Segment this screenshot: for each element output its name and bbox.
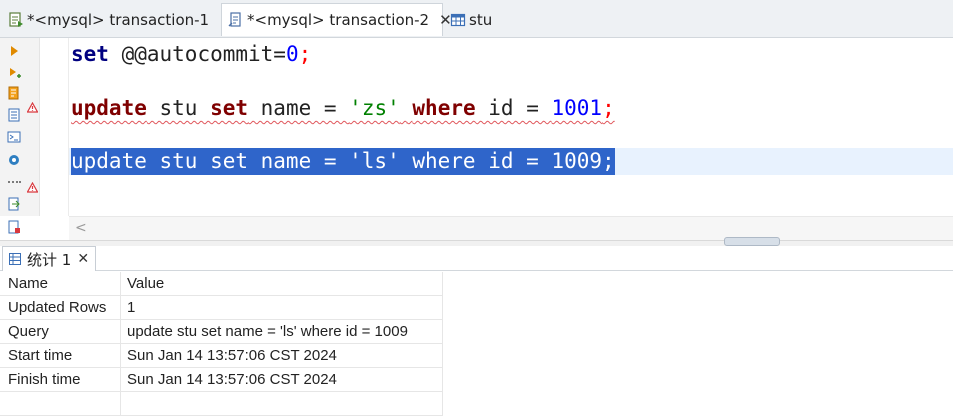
editor-tab-bar: *<mysql> transaction-1 *<mysql> transact… [0, 0, 953, 38]
line-marker-column [40, 38, 69, 216]
tab-label: 统计 1 [27, 250, 72, 269]
statistics-grid: Name Value Updated Rows 1 Query update s… [0, 272, 953, 420]
sql-keyword: where [412, 96, 476, 120]
tab-statistics-1[interactable]: 统计 1 ✕ [2, 246, 96, 271]
sql-text: name = [248, 96, 350, 120]
row-value-cell[interactable]: 1 [121, 296, 443, 320]
row-value-cell[interactable] [121, 392, 443, 416]
grid-header-row: Name Value [0, 272, 443, 296]
column-header-name[interactable]: Name [0, 272, 121, 296]
sql-text: stu [146, 96, 211, 120]
table-row[interactable]: Query update stu set name = 'ls' where i… [0, 320, 443, 344]
row-name-cell[interactable]: Finish time [0, 368, 121, 392]
sql-text: @@autocommit= [108, 42, 286, 66]
export-icon[interactable] [7, 197, 21, 211]
explain-plan-icon[interactable] [7, 86, 21, 100]
save-icon[interactable] [7, 220, 21, 234]
sql-number: 0 [285, 42, 299, 66]
tab-transaction-1[interactable]: *<mysql> transaction-1 [0, 3, 218, 36]
scroll-left-icon[interactable]: < [75, 220, 87, 236]
splitter-handle[interactable] [724, 237, 780, 251]
sql-keyword: update [71, 96, 147, 120]
row-name-cell[interactable]: Query [0, 320, 121, 344]
table-icon [450, 13, 466, 26]
row-name-cell[interactable]: Updated Rows [0, 296, 121, 320]
tab-label: *<mysql> transaction-2 [247, 11, 430, 29]
horizontal-scrollbar[interactable]: < [69, 216, 953, 240]
tab-label: stu [469, 10, 493, 29]
row-name-cell[interactable]: Start time [0, 344, 121, 368]
table-row[interactable]: Start time Sun Jan 14 13:57:06 CST 2024 [0, 344, 443, 368]
table-row[interactable]: Updated Rows 1 [0, 296, 443, 320]
row-value-cell[interactable]: update stu set name = 'ls' where id = 10… [121, 320, 443, 344]
column-header-value[interactable]: Value [121, 272, 443, 296]
sql-number: 1001 [551, 96, 603, 120]
settings-icon[interactable] [7, 153, 21, 167]
code-line-1[interactable]: set @@autocommit=0; [71, 40, 311, 68]
code-line-2[interactable]: update stu set name = 'zs' where id = 10… [71, 94, 615, 122]
sql-keyword: set [71, 42, 109, 66]
more-icon[interactable] [7, 175, 21, 189]
execute-icon[interactable] [7, 44, 21, 58]
sql-semicolon: ; [298, 42, 312, 66]
text-selection[interactable]: update stu set name = 'ls' where id = 10… [71, 148, 615, 175]
tab-stu[interactable]: stu [446, 3, 526, 36]
table-row[interactable]: Finish time Sun Jan 14 13:57:06 CST 2024 [0, 368, 443, 392]
sql-script-icon [228, 12, 241, 27]
sql-semicolon: ; [602, 96, 615, 120]
sql-keyword: set [210, 96, 249, 120]
row-value-cell[interactable]: Sun Jan 14 13:57:06 CST 2024 [121, 344, 443, 368]
terminal-icon[interactable] [7, 130, 21, 144]
sql-script-icon [9, 11, 23, 27]
sql-editor[interactable]: set @@autocommit=0; update stu set name … [0, 38, 953, 240]
row-name-cell[interactable] [0, 392, 121, 416]
execute-script-icon[interactable] [7, 66, 21, 80]
statistics-icon [9, 253, 21, 265]
warning-icon [27, 182, 38, 193]
sql-string: 'zs' [349, 96, 400, 120]
load-script-icon[interactable] [7, 108, 21, 122]
tab-transaction-2[interactable]: *<mysql> transaction-2 ✕ [221, 3, 452, 36]
warning-icon [27, 102, 38, 113]
table-row[interactable] [0, 392, 443, 416]
row-value-cell[interactable]: Sun Jan 14 13:57:06 CST 2024 [121, 368, 443, 392]
sql-text: id = [475, 96, 552, 120]
tab-label: *<mysql> transaction-1 [27, 10, 210, 29]
code-line-3[interactable]: update stu set name = 'ls' where id = 10… [71, 148, 615, 176]
result-tab-bar: 统计 1 ✕ [0, 246, 953, 271]
close-icon[interactable]: ✕ [77, 251, 89, 267]
